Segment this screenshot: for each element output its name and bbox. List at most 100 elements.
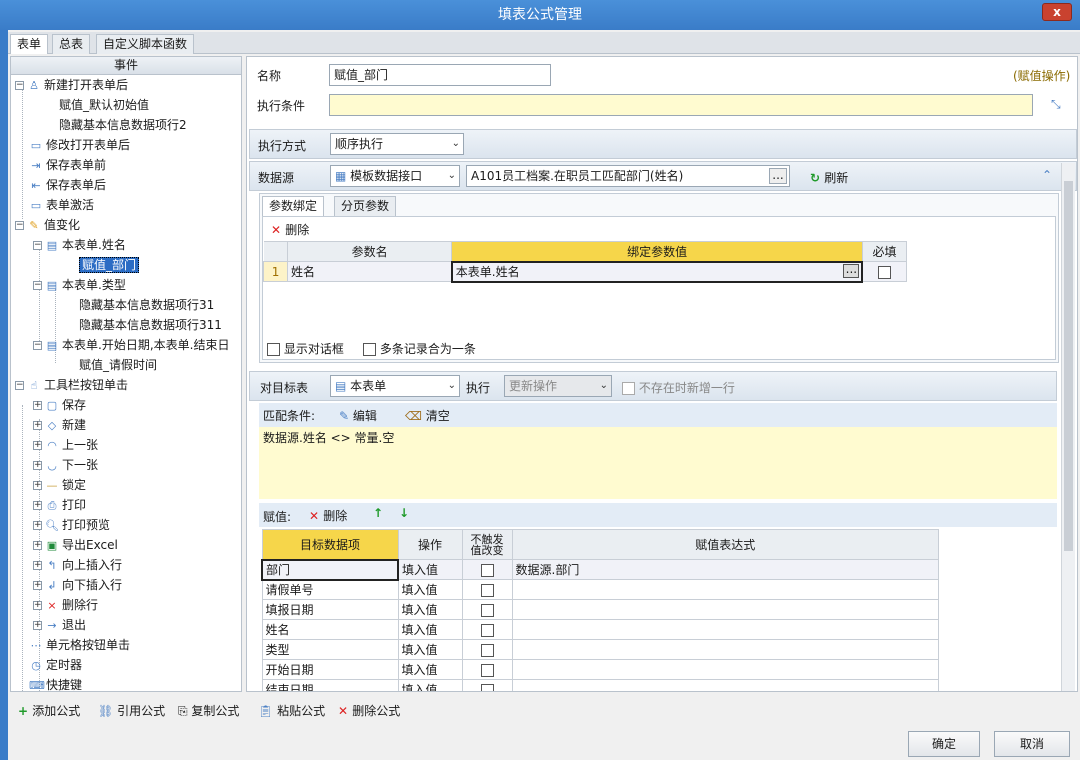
scrollbar-thumb[interactable] — [1064, 181, 1073, 551]
tree-node[interactable]: + ⎙ 打印 — [33, 495, 86, 515]
move-up-button[interactable]: ↑ — [373, 506, 383, 520]
expression-cell[interactable] — [511, 599, 939, 620]
tree-node[interactable]: 隐藏基本信息数据项行31 — [79, 295, 214, 315]
tree-node[interactable]: ▭ 修改打开表单后 — [29, 135, 130, 155]
tab-summary[interactable]: 总表 — [52, 34, 91, 54]
param-value-cell[interactable]: 本表单.姓名... — [450, 260, 864, 283]
tree-node[interactable]: + × 删除行 — [33, 595, 98, 615]
target-cell[interactable]: 结束日期 — [261, 679, 399, 691]
operation-cell[interactable]: 填入值 — [397, 659, 463, 680]
target-cell[interactable]: 姓名 — [261, 619, 399, 640]
tree-node[interactable]: − ✎ 值变化 — [15, 215, 80, 235]
datasource-type-select[interactable]: ▦ 模板数据接口 ⌄ — [330, 165, 460, 187]
browse-button[interactable]: ... — [769, 168, 787, 184]
operation-cell[interactable]: 填入值 — [397, 619, 463, 640]
close-button[interactable]: x — [1042, 3, 1072, 21]
match-expression[interactable]: 数据源.姓名 <> 常量.空 — [259, 427, 1057, 499]
tree-node[interactable]: 隐藏基本信息数据项行311 — [79, 315, 222, 335]
show-dialog-checkbox[interactable] — [267, 343, 280, 356]
table-row[interactable]: 部门 填入值 数据源.部门 — [261, 558, 939, 581]
add-formula-button[interactable]: + 添加公式 — [18, 702, 80, 719]
target-cell[interactable]: 类型 — [261, 639, 399, 660]
tree-node[interactable]: − ♙ 新建打开表单后 — [15, 75, 128, 95]
merge-records-option[interactable]: 多条记录合为一条 — [363, 340, 476, 357]
operation-cell[interactable]: 填入值 — [397, 679, 463, 691]
cancel-button[interactable]: 取消 — [994, 731, 1070, 757]
tree-node[interactable]: ⇥ 保存表单前 — [29, 155, 106, 175]
tree-node[interactable]: + ▢ 保存 — [33, 395, 86, 415]
exec-select[interactable]: 更新操作 ⌄ — [504, 375, 612, 397]
tree-node[interactable]: ⌨快捷键 — [29, 675, 82, 691]
table-row[interactable]: 请假单号 填入值 — [261, 579, 939, 600]
operation-cell[interactable]: 填入值 — [397, 559, 463, 580]
ref-formula-button[interactable]: ⛓ 引用公式 — [98, 702, 165, 719]
tab-form[interactable]: 表单 — [10, 34, 49, 54]
tree-node[interactable]: − ▤ 本表单.类型 — [33, 275, 126, 295]
tab-paging-params[interactable]: 分页参数 — [334, 196, 397, 216]
expression-cell[interactable] — [511, 639, 939, 660]
tab-custom-script[interactable]: 自定义脚本函数 — [96, 34, 195, 54]
target-cell[interactable]: 部门 — [261, 558, 399, 581]
paste-formula-button[interactable]: 📋︎ 粘贴公式 — [258, 702, 325, 719]
tree-node[interactable]: − ☝ 工具栏按钮单击 — [15, 375, 128, 395]
datasource-value-input[interactable]: A101员工档案.在职员工匹配部门(姓名)... — [466, 165, 790, 187]
tree-node[interactable]: − ▤ 本表单.开始日期,本表单.结束日 — [33, 335, 229, 355]
tree-node[interactable]: + ◇ 新建 — [33, 415, 86, 435]
operation-cell[interactable]: 填入值 — [397, 579, 463, 600]
expression-cell[interactable]: 数据源.部门 — [511, 559, 939, 580]
tree-node[interactable]: ◷ 定时器 — [29, 655, 82, 675]
expression-cell[interactable] — [511, 659, 939, 680]
operation-cell[interactable]: 填入值 — [397, 639, 463, 660]
operation-cell[interactable]: 填入值 — [397, 599, 463, 620]
exec-mode-select[interactable]: 顺序执行 ⌄ — [330, 133, 464, 155]
tree-node[interactable]: ⋯ 单元格按钮单击 — [29, 635, 131, 655]
tree-node[interactable]: + ↲ 向下插入行 — [33, 575, 122, 595]
param-delete-button[interactable]: ✕ 删除 — [271, 221, 309, 238]
ok-button[interactable]: 确定 — [908, 731, 980, 757]
no-trigger-checkbox[interactable] — [480, 663, 494, 677]
move-down-button[interactable]: ↓ — [399, 506, 409, 520]
required-checkbox[interactable] — [878, 265, 892, 279]
expression-cell[interactable] — [511, 619, 939, 640]
no-trigger-checkbox[interactable] — [480, 583, 494, 597]
name-input[interactable]: 赋值_部门 — [329, 64, 551, 86]
tree-node[interactable]: + — 锁定 — [33, 475, 86, 495]
refresh-button[interactable]: ↻ 刷新 — [810, 169, 848, 186]
edit-button[interactable]: ✎ 编辑 — [339, 407, 377, 424]
table-row[interactable]: 开始日期 填入值 — [261, 659, 939, 680]
table-row[interactable]: 结束日期 填入值 — [261, 679, 939, 691]
tree-node-selected[interactable]: 赋值_部门 — [79, 255, 140, 275]
no-trigger-checkbox[interactable] — [480, 603, 494, 617]
tree-node[interactable]: + ◡ 下一张 — [33, 455, 98, 475]
tree-node[interactable]: ▭ 表单激活 — [29, 195, 94, 215]
add-if-missing-option[interactable]: 不存在时新增一行 — [622, 379, 735, 396]
target-cell[interactable]: 请假单号 — [261, 579, 399, 600]
param-browse-button[interactable]: ... — [843, 263, 860, 278]
tree-node[interactable]: 隐藏基本信息数据项行2 — [59, 115, 187, 135]
table-row[interactable]: 填报日期 填入值 — [261, 599, 939, 620]
tree-node[interactable]: 赋值_请假时间 — [79, 355, 157, 375]
merge-records-checkbox[interactable] — [363, 343, 376, 356]
no-trigger-checkbox[interactable] — [480, 683, 494, 691]
add-if-missing-checkbox[interactable] — [622, 382, 635, 395]
copy-formula-button[interactable]: ⎘ 复制公式 — [178, 702, 239, 719]
no-trigger-checkbox[interactable] — [480, 563, 494, 577]
expression-cell[interactable] — [511, 679, 939, 691]
target-select[interactable]: ▤ 本表单 ⌄ — [330, 375, 460, 397]
expression-builder-icon[interactable]: ⤡ — [1051, 97, 1061, 112]
target-cell[interactable]: 开始日期 — [261, 659, 399, 680]
condition-input[interactable] — [329, 94, 1033, 116]
tree-node[interactable]: + ▣ 导出Excel — [33, 535, 118, 555]
target-cell[interactable]: 填报日期 — [261, 599, 399, 620]
tree-node[interactable]: + ◠ 上一张 — [33, 435, 98, 455]
tree-node[interactable]: − ▤ 本表单.姓名 — [33, 235, 126, 255]
assign-delete-button[interactable]: ✕ 删除 — [309, 507, 347, 524]
tree-node[interactable]: + → 退出 — [33, 615, 86, 635]
clear-button[interactable]: ⌫ 清空 — [405, 407, 450, 424]
delete-formula-button[interactable]: ✕ 删除公式 — [338, 702, 400, 719]
table-row[interactable]: 类型 填入值 — [261, 639, 939, 660]
show-dialog-option[interactable]: 显示对话框 — [267, 340, 344, 357]
vertical-scrollbar[interactable] — [1061, 163, 1075, 691]
table-row[interactable]: 1 姓名 本表单.姓名... — [262, 260, 908, 283]
no-trigger-checkbox[interactable] — [480, 643, 494, 657]
